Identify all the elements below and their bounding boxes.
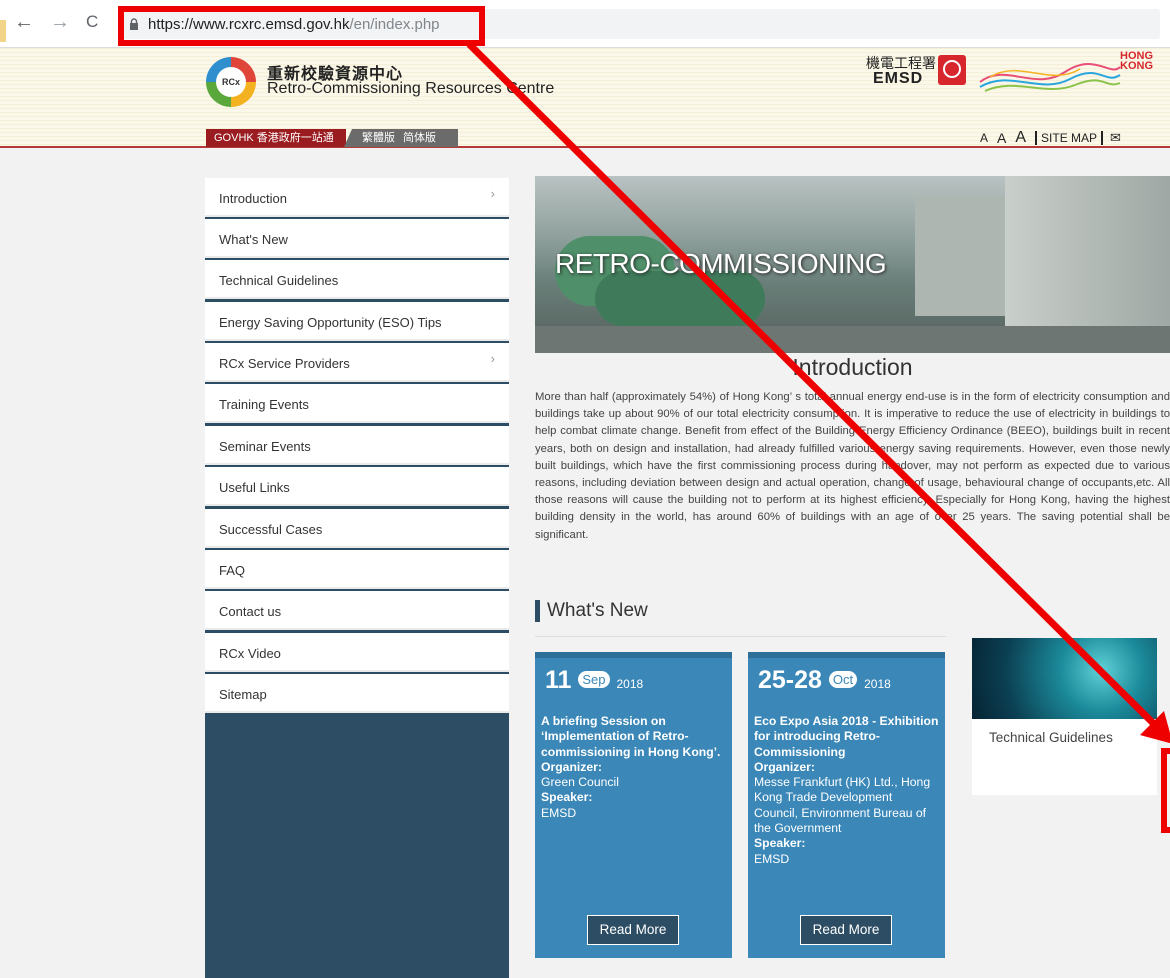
screenshot: ← → C https://www.rcxrc.emsd.gov.hk/en/i… <box>0 0 1170 978</box>
arrow-shaft <box>466 41 1162 732</box>
annotation-arrow <box>466 41 1170 744</box>
